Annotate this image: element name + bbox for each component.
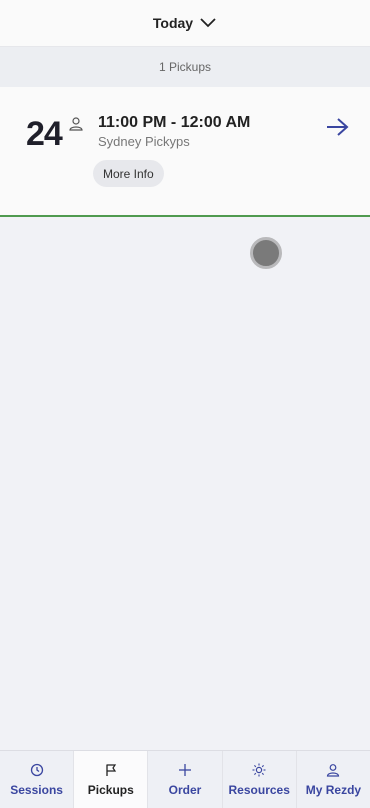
- tab-label: Sessions: [10, 782, 63, 797]
- tab-label: My Rezdy: [305, 782, 362, 797]
- touch-indicator: [250, 237, 282, 269]
- pickup-time: 11:00 PM - 12:00 AM: [98, 114, 251, 131]
- tab-order[interactable]: Order: [148, 751, 223, 808]
- tab-sessions[interactable]: Sessions: [0, 751, 75, 808]
- tab-label: Order: [168, 782, 202, 797]
- bottom-nav: Sessions Pickups Order Resources My Rezd…: [0, 750, 370, 808]
- person-icon: [69, 117, 83, 131]
- pickup-day: 24: [26, 115, 63, 153]
- chevron-down-icon: [200, 18, 216, 28]
- tab-pickups[interactable]: Pickups: [74, 751, 149, 808]
- pickups-count: 1 Pickups: [0, 47, 370, 87]
- tab-label: Resources: [228, 782, 290, 797]
- tab-resources[interactable]: Resources: [223, 751, 297, 808]
- clock-icon: [30, 763, 43, 776]
- pickup-name: Sydney Pickyps: [98, 134, 190, 149]
- more-info-button[interactable]: More Info: [93, 160, 164, 187]
- date-selector[interactable]: Today: [0, 0, 370, 47]
- tab-label: Pickups: [87, 782, 134, 797]
- tab-my-rezdy[interactable]: My Rezdy: [297, 751, 370, 808]
- arrow-right-icon[interactable]: [324, 116, 350, 138]
- user-icon: [327, 763, 340, 777]
- date-selector-label: Today: [152, 15, 194, 31]
- flag-icon: [106, 763, 116, 776]
- sun-icon: [252, 763, 266, 776]
- plus-icon: [179, 763, 191, 776]
